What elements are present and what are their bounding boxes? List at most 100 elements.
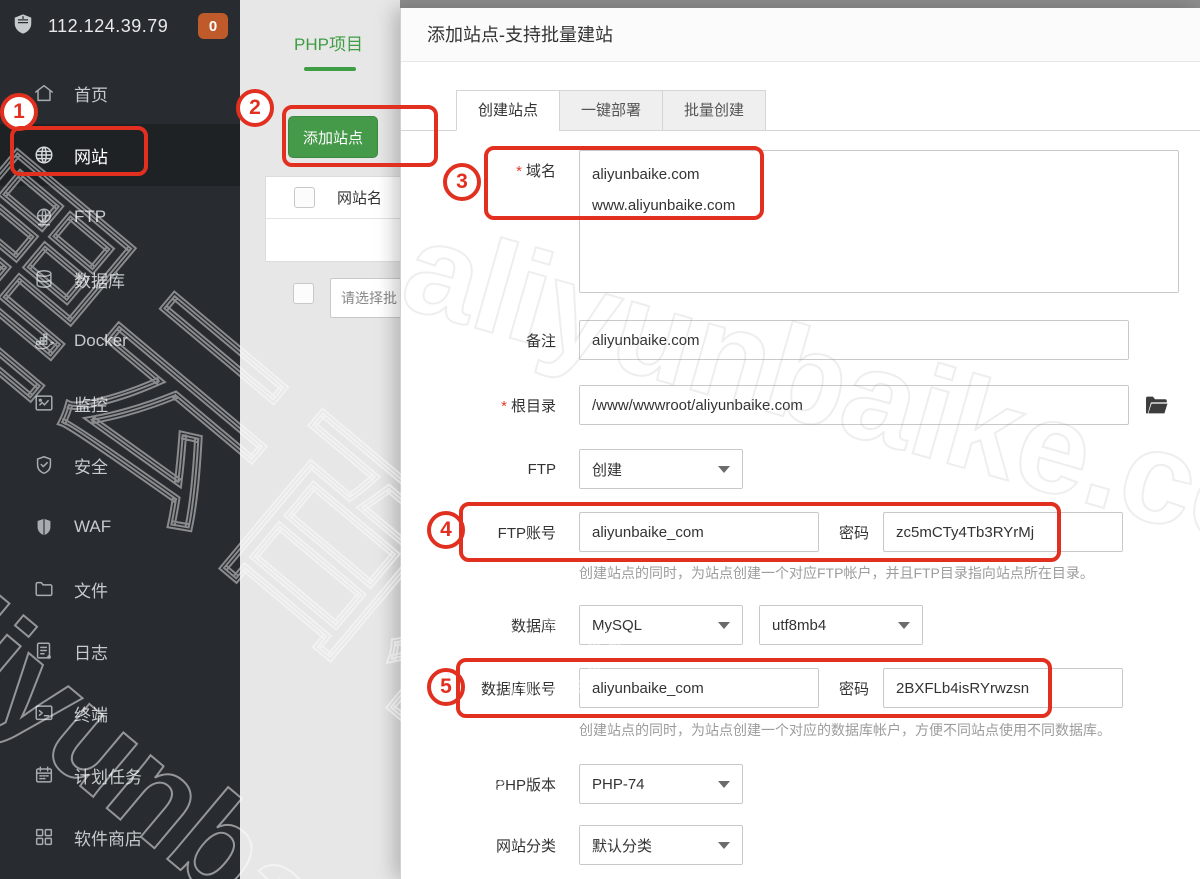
site-name-column-header: 网站名 — [337, 190, 383, 207]
chevron-down-icon — [718, 841, 730, 849]
globe-icon — [33, 144, 55, 166]
database-type-value: MySQL — [592, 616, 643, 634]
site-category-value: 默认分类 — [592, 837, 653, 855]
sidebar-item-label: 首页 — [74, 85, 108, 105]
site-category-row: 网站分类 默认分类 — [401, 825, 1200, 865]
ftp-select[interactable]: 创建 — [579, 449, 743, 489]
sidebar-item-cron[interactable]: 计划任务 — [0, 744, 240, 806]
sidebar-item-label: 监控 — [74, 395, 108, 415]
php-version-select[interactable]: PHP-74 — [579, 764, 743, 804]
chevron-down-icon — [718, 465, 730, 473]
domain-row: * 域名 aliyunbaike.com www.aliyunbaike.com — [401, 150, 1200, 293]
php-version-row: PHP版本 PHP-74 — [401, 764, 1200, 804]
ftp-icon — [33, 206, 55, 228]
db-password-input[interactable] — [883, 668, 1124, 708]
chevron-down-icon — [718, 780, 730, 788]
sidebar-item-label: Docker — [74, 331, 128, 350]
sidebar-item-home[interactable]: 首页 — [0, 62, 240, 124]
panel-shield-icon — [12, 13, 38, 39]
required-mark: * — [501, 397, 507, 415]
database-charset-select[interactable]: utf8mb4 — [759, 605, 923, 645]
batch-action-select-value: 请选择批 — [341, 290, 397, 306]
database-type-select[interactable]: MySQL — [579, 605, 743, 645]
tab-create-site[interactable]: 创建站点 — [456, 90, 561, 131]
note-row: 备注 — [401, 320, 1200, 360]
log-icon — [33, 640, 55, 662]
sidebar-item-app-store[interactable]: 软件商店 — [0, 806, 240, 868]
note-label: 备注 — [525, 332, 556, 350]
ftp-password-input[interactable] — [883, 512, 1124, 552]
sidebar-item-security[interactable]: 安全 — [0, 434, 240, 496]
ftp-row: FTP 创建 — [401, 449, 1200, 489]
docker-icon — [33, 330, 55, 352]
database-label: 数据库 — [510, 617, 556, 635]
ftp-account-input[interactable] — [579, 512, 819, 552]
db-account-input[interactable] — [579, 668, 819, 708]
notice-count-badge[interactable]: 0 — [198, 13, 228, 39]
server-ip: 112.124.39.79 — [48, 15, 169, 36]
home-icon — [33, 82, 55, 104]
db-password-label: 密码 — [839, 680, 870, 698]
add-site-button[interactable]: 添加站点 — [288, 116, 378, 158]
tab-php-project[interactable]: PHP项目 — [294, 30, 363, 55]
browse-folder-icon[interactable] — [1145, 395, 1168, 415]
site-category-select[interactable]: 默认分类 — [579, 825, 743, 865]
root-dir-label: * 根目录 — [501, 397, 556, 415]
folder-icon — [33, 578, 55, 600]
tab-active-underline — [304, 67, 356, 71]
note-input[interactable] — [579, 320, 1129, 360]
sidebar-item-label: FTP — [74, 207, 107, 226]
php-version-value: PHP-74 — [592, 775, 645, 793]
sidebar-item-label: 计划任务 — [74, 767, 142, 787]
sidebar-item-files[interactable]: 文件 — [0, 558, 240, 620]
db-account-row: 数据库账号 密码 — [401, 668, 1200, 708]
sidebar-item-label: 日志 — [74, 643, 108, 663]
php-version-label: PHP版本 — [495, 776, 556, 794]
modal-body: 创建站点 一键部署 批量创建 * 域名 aliyunbaike.com www.a… — [401, 62, 1200, 879]
sidebar-item-docker[interactable]: Docker — [0, 310, 240, 372]
shield-check-icon — [33, 454, 55, 476]
tab-one-click-deploy[interactable]: 一键部署 — [559, 90, 664, 131]
select-all-checkbox[interactable] — [294, 187, 315, 208]
sidebar-item-logs[interactable]: 日志 — [0, 620, 240, 682]
chevron-down-icon — [898, 621, 910, 629]
sidebar-menu: 首页 网站 FTP 数据库 Docker 监控 安全 WAF 文件 日志 终端 … — [0, 62, 240, 868]
sidebar-item-label: 软件商店 — [74, 829, 142, 849]
batch-select-checkbox[interactable] — [293, 283, 314, 304]
database-icon — [33, 268, 55, 290]
modal-tabstrip: 创建站点 一键部署 批量创建 — [401, 90, 1200, 131]
ftp-helper-text: 创建站点的同时，为站点创建一个对应FTP帐户，并且FTP目录指向站点所在目录。 — [579, 565, 1094, 581]
shield-filled-icon — [33, 516, 55, 538]
database-row: 数据库 MySQL utf8mb4 — [401, 605, 1200, 645]
ftp-password-label: 密码 — [839, 524, 870, 542]
modal-title: 添加站点-支持批量建站 — [401, 8, 1200, 62]
terminal-icon — [33, 702, 55, 724]
sidebar-item-ftp[interactable]: FTP — [0, 186, 240, 248]
ftp-select-value: 创建 — [592, 461, 623, 479]
sidebar-item-label: 安全 — [74, 457, 108, 477]
root-dir-input[interactable] — [579, 385, 1129, 425]
calendar-icon — [33, 764, 55, 786]
required-mark: * — [516, 163, 522, 180]
sidebar-item-waf[interactable]: WAF — [0, 496, 240, 558]
ftp-account-row: FTP账号 密码 — [401, 512, 1200, 552]
site-category-label: 网站分类 — [495, 837, 556, 855]
sidebar-item-monitor[interactable]: 监控 — [0, 372, 240, 434]
sidebar-item-label: 文件 — [74, 581, 108, 601]
sidebar-item-label: 数据库 — [74, 271, 125, 291]
ftp-label: FTP — [527, 460, 556, 478]
sidebar-item-label: WAF — [74, 517, 112, 536]
sidebar-item-terminal[interactable]: 终端 — [0, 682, 240, 744]
sidebar-item-database[interactable]: 数据库 — [0, 248, 240, 310]
sidebar-item-label: 网站 — [74, 147, 108, 167]
server-header: 112.124.39.79 0 — [0, 0, 240, 52]
chevron-down-icon — [718, 621, 730, 629]
tab-batch-create[interactable]: 批量创建 — [662, 90, 767, 131]
sidebar-item-label: 终端 — [74, 705, 108, 725]
database-charset-value: utf8mb4 — [772, 616, 827, 634]
domain-textarea[interactable]: aliyunbaike.com www.aliyunbaike.com — [579, 150, 1179, 293]
domain-label: * 域名 — [516, 163, 556, 180]
sidebar-item-website[interactable]: 网站 — [0, 124, 240, 186]
dimmed-page-strip — [400, 0, 1200, 8]
sidebar: 112.124.39.79 0 首页 网站 FTP 数据库 Docker 监控 — [0, 0, 240, 879]
